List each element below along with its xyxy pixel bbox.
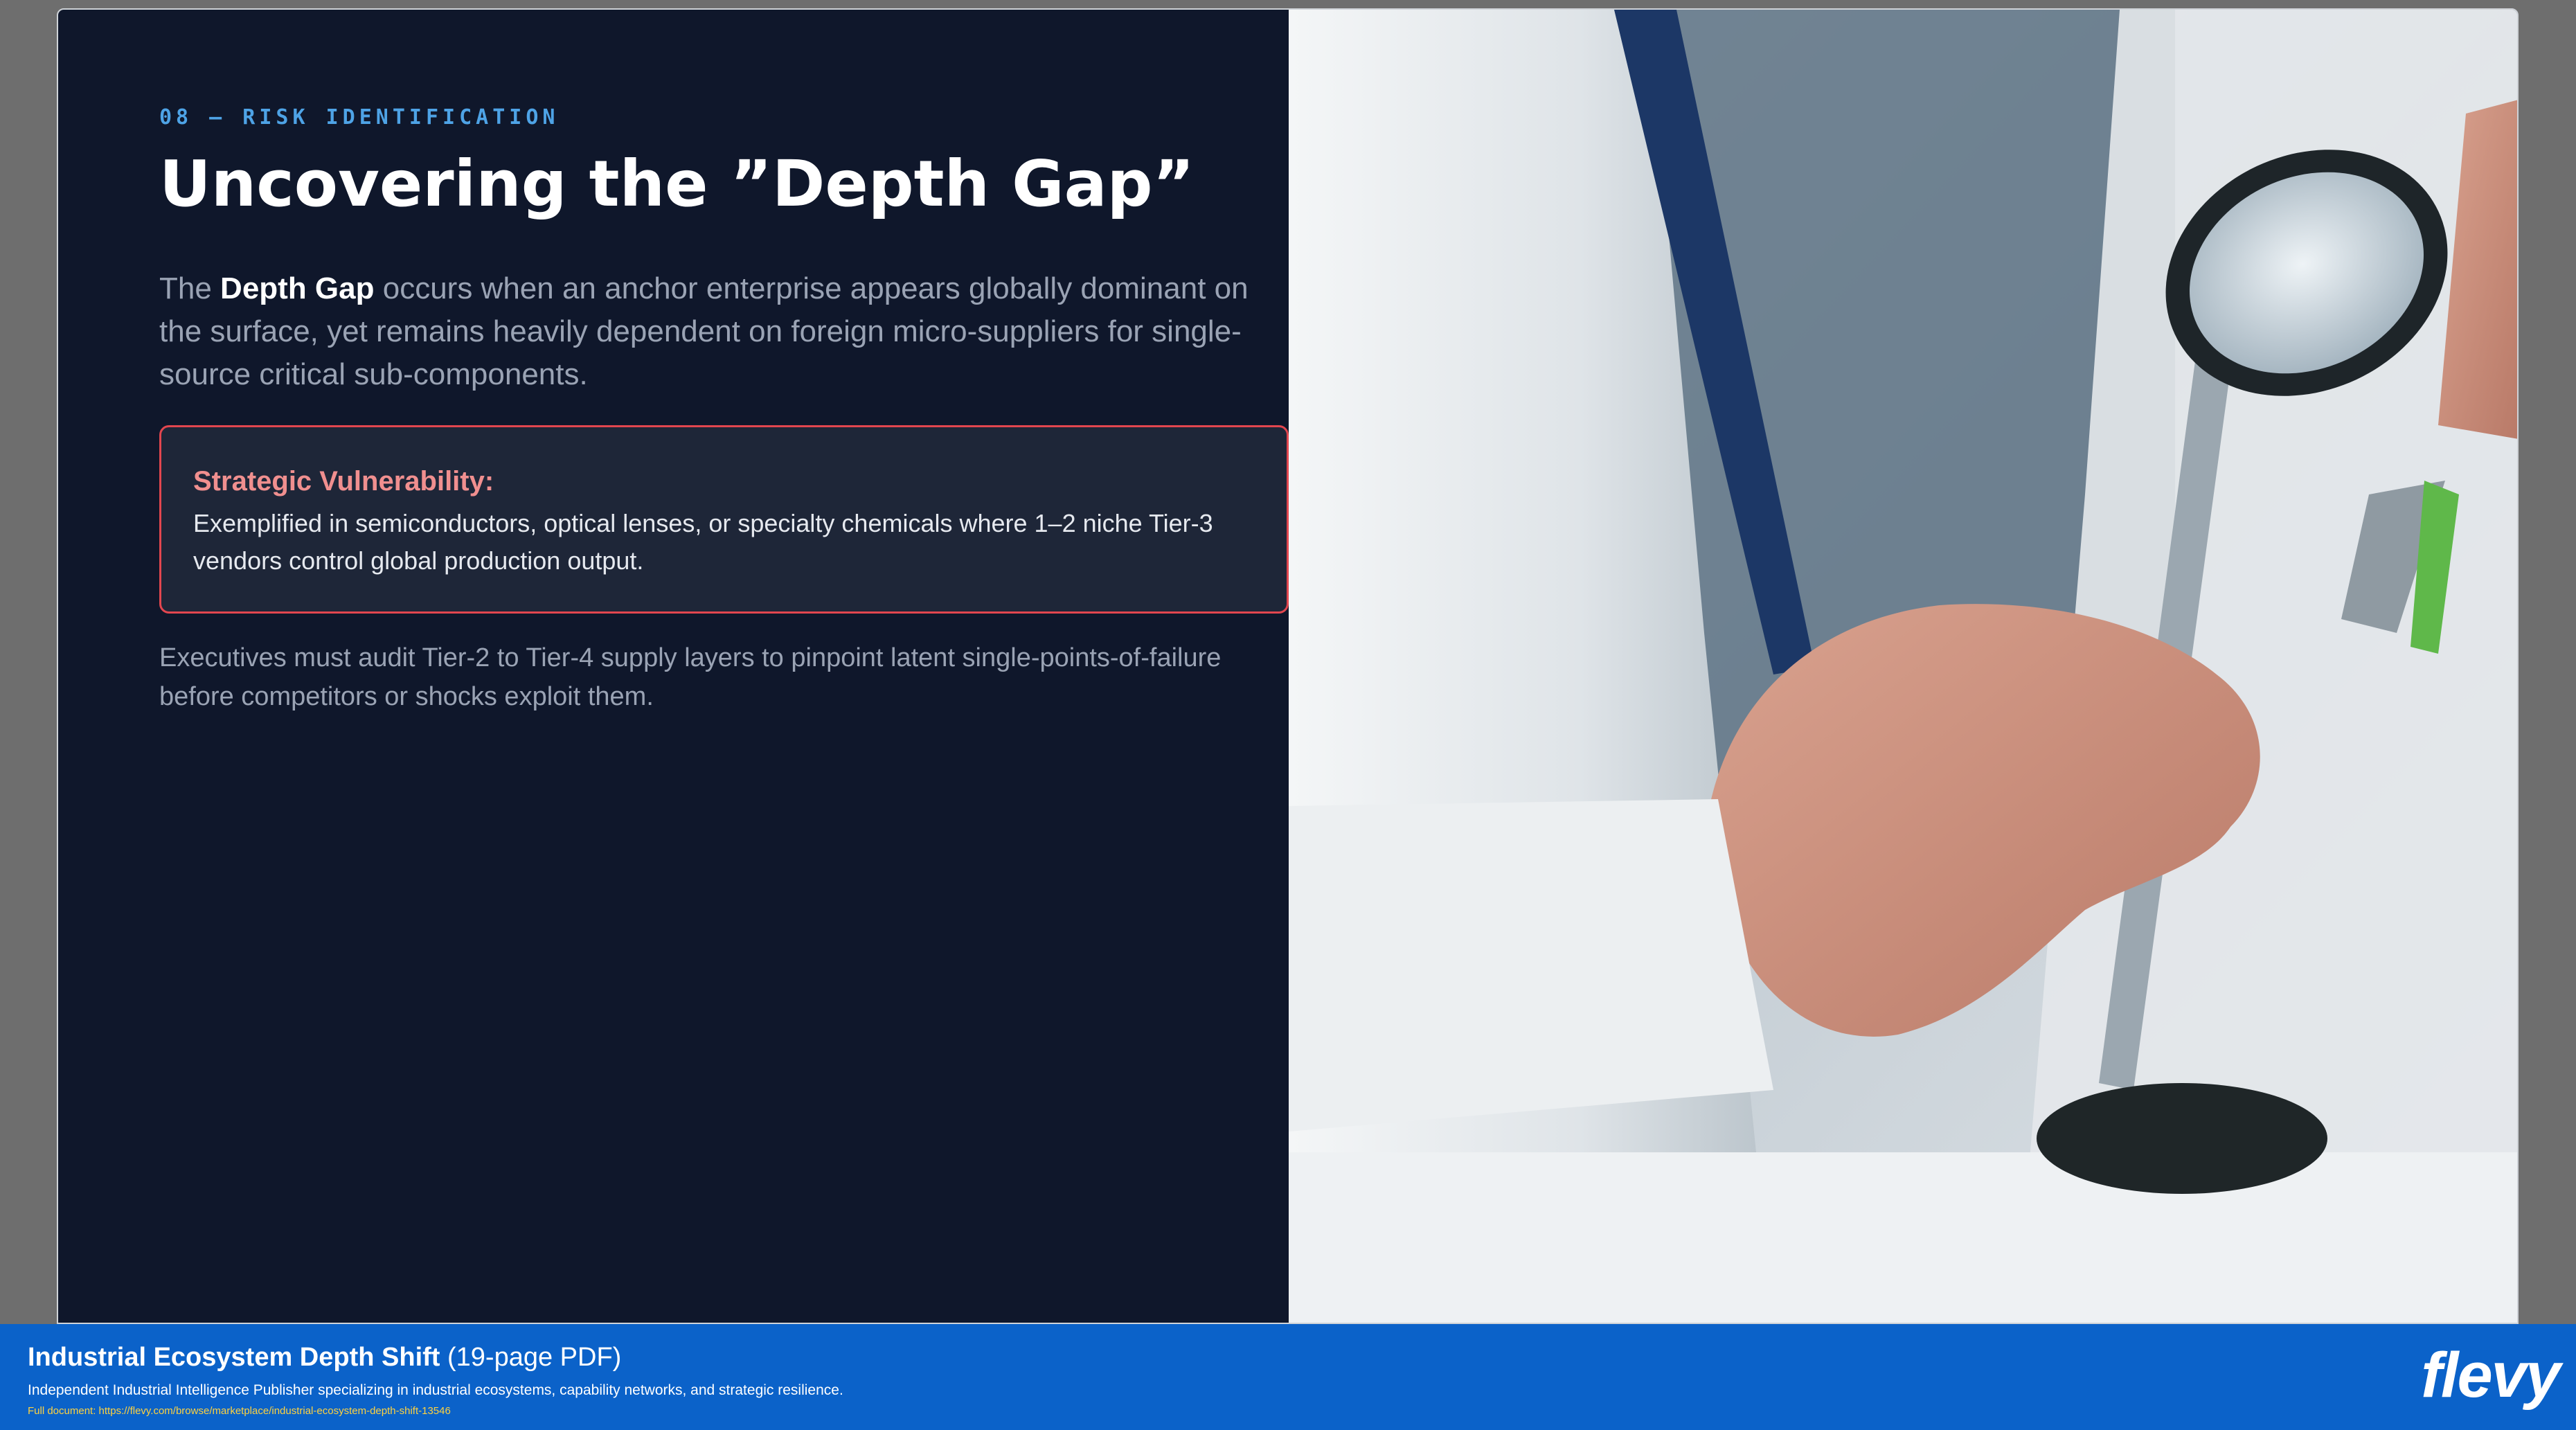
footer-description: Independent Industrial Intelligence Publ… <box>28 1382 843 1398</box>
photo-stand-base <box>2037 1083 2327 1194</box>
footer-banner: Industrial Ecosystem Depth Shift (19-pag… <box>0 1324 2576 1430</box>
closing-paragraph: Executives must audit Tier-2 to Tier-4 s… <box>159 643 1222 711</box>
lab-photo <box>1289 10 2517 1323</box>
slide: 08 — RISK IDENTIFICATION Uncovering the … <box>57 8 2519 1324</box>
document-viewer: 08 — RISK IDENTIFICATION Uncovering the … <box>0 0 2576 1430</box>
footer-page-count: (19-page PDF) <box>440 1343 622 1372</box>
callout-title: Strategic Vulnerability: <box>193 466 494 497</box>
section-eyebrow: 08 — RISK IDENTIFICATION <box>159 105 560 129</box>
lab-photo-illustration <box>1289 10 2517 1323</box>
slide-title: Uncovering the ”Depth Gap” <box>159 147 1195 221</box>
photo-sleeve <box>1289 799 1773 1132</box>
slide-text-panel: 08 — RISK IDENTIFICATION Uncovering the … <box>58 10 1289 1323</box>
callout-body: Exemplified in semiconductors, optical l… <box>193 509 1213 575</box>
footer-title: Industrial Ecosystem Depth Shift (19-pag… <box>28 1341 621 1374</box>
flevy-logo[interactable]: flevy <box>2421 1339 2561 1411</box>
intro-bold-term: Depth Gap <box>220 271 375 305</box>
photo-bench <box>1289 1152 2517 1323</box>
footer-document-link[interactable]: Full document: https://flevy.com/browse/… <box>28 1404 451 1418</box>
intro-paragraph: The Depth Gap occurs when an anchor ente… <box>159 267 1295 396</box>
vulnerability-callout: Strategic Vulnerability: Exemplified in … <box>159 425 1289 614</box>
footer-document-title: Industrial Ecosystem Depth Shift <box>28 1343 440 1372</box>
intro-prefix: The <box>159 271 221 305</box>
